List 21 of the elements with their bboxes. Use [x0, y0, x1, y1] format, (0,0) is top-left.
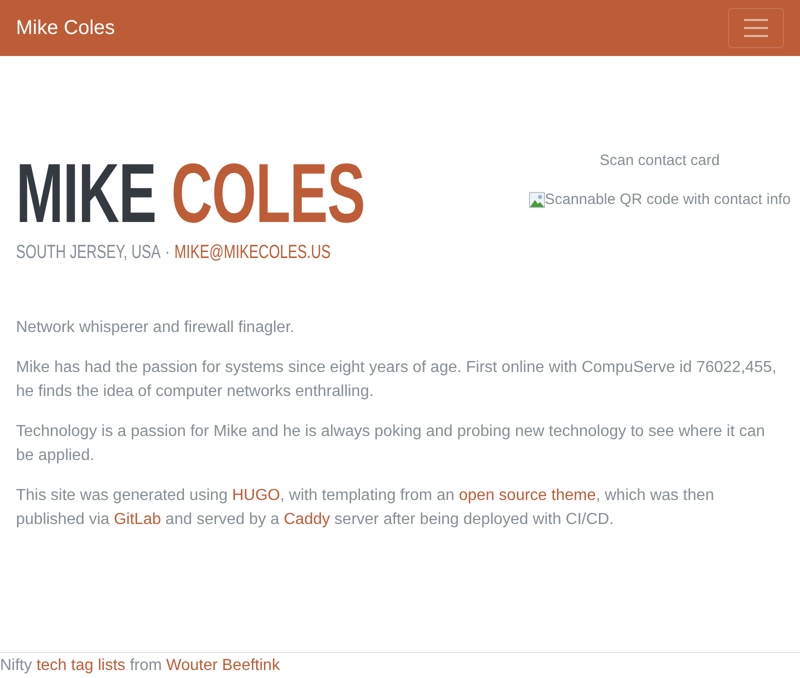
- name-heading: MIKE COLES: [16, 152, 365, 234]
- footer-link[interactable]: tech tag lists: [36, 657, 126, 674]
- separator-text: ·: [165, 242, 170, 264]
- location-text: SOUTH JERSEY, USA: [16, 242, 161, 264]
- contact-card-caption: Scan contact card: [598, 152, 721, 169]
- text-link[interactable]: HUGO: [232, 487, 280, 504]
- broken-image-icon: [528, 192, 545, 208]
- bio-paragraph: Technology is a passion for Mike and he is always poking and probing new technology to see where it can be applied.: [16, 422, 766, 466]
- bio-paragraph: Network whisperer and firewall finagler.: [16, 318, 296, 338]
- bio-paragraph: Mike has had the passion for systems since eight years of age. First online with CompuServe id 76022,455, he finds the idea of computer networks enthralling.: [16, 358, 778, 402]
- footer-link[interactable]: Wouter Beeftink: [166, 657, 280, 674]
- text-link[interactable]: Caddy: [284, 511, 330, 528]
- text-link[interactable]: GitLab: [114, 511, 161, 528]
- text-link[interactable]: open source theme: [458, 487, 596, 504]
- footer-credit: Nifty tech tag lists from Wouter Beeftink: [0, 657, 280, 674]
- bio-paragraph: This site was generated using HUGO, with templating from an open source theme, which was then published via GitLab and served by a Caddy server after being deployed with CI/CD.: [16, 486, 716, 530]
- menu-icon: [743, 18, 769, 38]
- menu-button[interactable]: [728, 8, 784, 48]
- email-link[interactable]: MIKE@MIKECOLES.US: [174, 242, 331, 264]
- image-alt-text: Scannable QR code with contact info: [544, 191, 791, 208]
- brand-link[interactable]: Mike Coles: [16, 16, 115, 40]
